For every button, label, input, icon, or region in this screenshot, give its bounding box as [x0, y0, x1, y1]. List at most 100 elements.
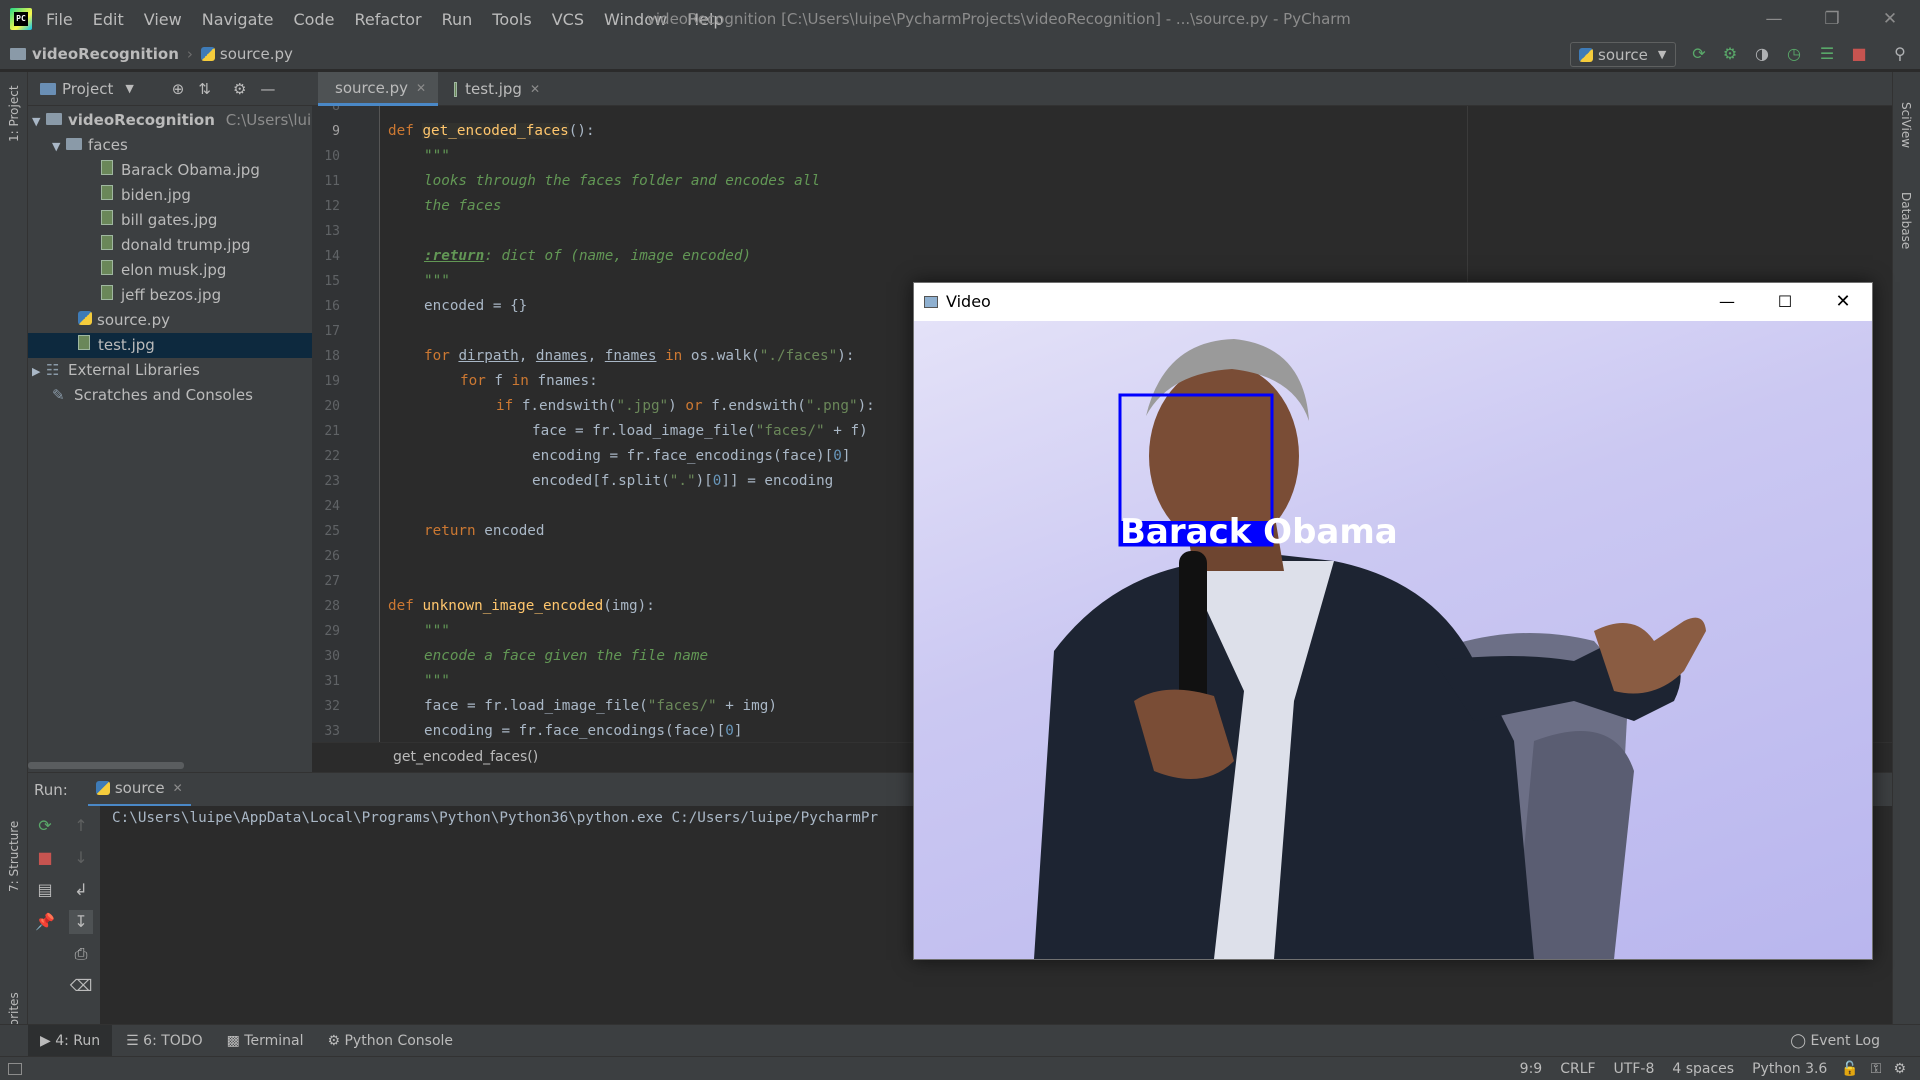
status-indent[interactable]: 4 spaces: [1672, 1061, 1734, 1077]
stop-icon[interactable]: ■: [1847, 42, 1871, 66]
line-number: 20: [324, 399, 340, 414]
code-line: encode a face given the file name: [424, 648, 709, 664]
run-tab-source[interactable]: source ✕: [87, 771, 191, 807]
tree-scratches[interactable]: ✎ Scratches and Consoles: [28, 383, 312, 408]
gear-icon[interactable]: ⚙: [233, 80, 246, 98]
soft-wrap-icon[interactable]: ↲: [69, 878, 93, 902]
line-number: 32: [324, 699, 340, 714]
code-line: return encoded: [424, 523, 545, 539]
code-line: :return: dict of (name, image encoded): [424, 248, 752, 264]
lock-icon[interactable]: 🔓: [1841, 1061, 1858, 1077]
down-arrow-icon[interactable]: ↓: [69, 846, 93, 870]
tree-external-libraries[interactable]: ▶ ☷ External Libraries: [28, 358, 312, 383]
expanded-arrow-icon[interactable]: ▼: [32, 109, 46, 133]
tree-file[interactable]: donald trump.jpg: [28, 233, 312, 258]
tree-label: Scratches and Consoles: [74, 386, 253, 404]
tree-folder-faces[interactable]: ▼ faces: [28, 133, 312, 158]
close-tab-icon[interactable]: ✕: [173, 771, 183, 805]
search-icon[interactable]: ⚲: [1888, 42, 1912, 66]
expanded-arrow-icon[interactable]: ▼: [52, 134, 66, 158]
menu-edit[interactable]: Edit: [93, 10, 124, 29]
debug-icon[interactable]: ⚙: [1718, 42, 1742, 66]
rerun-icon[interactable]: ⟳: [33, 814, 57, 838]
project-tool-tab[interactable]: 1: Project: [7, 85, 21, 142]
chevron-down-icon[interactable]: ▼: [125, 82, 133, 95]
project-panel-title[interactable]: Project: [62, 80, 113, 98]
bottom-tool-strip: ▶ 4: Run ☰ 6: TODO ▩ Terminal ⚙ Python C…: [0, 1024, 1920, 1057]
tool-tab-python-console[interactable]: ⚙ Python Console: [327, 1033, 453, 1049]
tab-source-py[interactable]: source.py ✕: [318, 72, 438, 106]
database-tool-tab[interactable]: Database: [1899, 192, 1913, 249]
line-number: 25: [324, 524, 340, 539]
sciview-tool-tab[interactable]: SciView: [1899, 102, 1913, 148]
minimize-icon[interactable]: —: [1745, 0, 1803, 38]
person-photo: Barack Obama: [1034, 339, 1706, 959]
menu-vcs[interactable]: VCS: [552, 10, 584, 29]
restore-icon[interactable]: ❐: [1803, 0, 1861, 38]
chair-arm: [1514, 731, 1634, 959]
layout-icon[interactable]: ▤: [33, 878, 57, 902]
tree-file[interactable]: bill gates.jpg: [28, 208, 312, 233]
status-encoding[interactable]: UTF-8: [1614, 1061, 1655, 1077]
horizontal-scrollbar[interactable]: [28, 762, 184, 769]
breadcrumb-file[interactable]: source.py: [220, 45, 293, 63]
right-tool-stripe: SciView Database: [1892, 72, 1920, 1024]
menu-run[interactable]: Run: [442, 10, 473, 29]
menu-navigate[interactable]: Navigate: [202, 10, 274, 29]
tool-tab-event-log[interactable]: ◯ Event Log: [1790, 1033, 1880, 1049]
structure-tool-tab[interactable]: 7: Structure: [7, 821, 21, 892]
status-line-separator[interactable]: CRLF: [1560, 1061, 1595, 1077]
run-config-dropdown[interactable]: source ▼: [1570, 42, 1676, 67]
close-icon[interactable]: ✕: [1861, 0, 1919, 38]
menu-file[interactable]: File: [46, 10, 73, 29]
tool-tab-todo[interactable]: ☰ 6: TODO: [126, 1033, 202, 1049]
menu-tools[interactable]: Tools: [492, 10, 531, 29]
python-file-icon: [95, 781, 110, 795]
breadcrumb-project[interactable]: videoRecognition: [32, 45, 179, 63]
collapsed-arrow-icon[interactable]: ▶: [32, 359, 46, 383]
tree-file-source[interactable]: source.py: [28, 308, 312, 333]
toggle-panels-icon[interactable]: [8, 1062, 22, 1075]
close-tab-icon[interactable]: ✕: [416, 71, 426, 105]
concurrency-icon[interactable]: ☰: [1815, 42, 1839, 66]
run-config-label: source: [1598, 45, 1648, 64]
tool-tab-run[interactable]: ▶ 4: Run: [28, 1024, 113, 1057]
tree-root[interactable]: ▼ videoRecognition C:\Users\luipe\P: [28, 108, 312, 133]
status-interpreter[interactable]: Python 3.6: [1752, 1061, 1827, 1077]
video-window-titlebar[interactable]: Video — ☐ ✕: [914, 283, 1872, 320]
tree-file[interactable]: jeff bezos.jpg: [28, 283, 312, 308]
collapse-all-icon[interactable]: ⇅: [198, 80, 211, 98]
locate-icon[interactable]: ⊕: [172, 80, 185, 98]
menu-code[interactable]: Code: [294, 10, 335, 29]
memory-icon[interactable]: ⚙: [1893, 1061, 1906, 1077]
close-icon[interactable]: ✕: [1814, 291, 1872, 312]
coverage-icon[interactable]: ◑: [1750, 42, 1774, 66]
tree-root-name: videoRecognition: [68, 111, 215, 129]
rerun-icon[interactable]: ⟳: [1687, 42, 1711, 66]
trash-icon[interactable]: ⌫: [69, 974, 93, 998]
hide-icon[interactable]: —: [260, 80, 275, 98]
tree-file-test-selected[interactable]: test.jpg: [28, 333, 312, 358]
stop-icon[interactable]: ■: [33, 846, 57, 870]
tab-test-jpg[interactable]: test.jpg ✕: [442, 72, 552, 106]
maximize-icon[interactable]: ☐: [1756, 292, 1814, 311]
profile-icon[interactable]: ◷: [1782, 42, 1806, 66]
menu-refactor[interactable]: Refactor: [354, 10, 421, 29]
close-tab-icon[interactable]: ✕: [530, 72, 540, 106]
status-position[interactable]: 9:9: [1520, 1061, 1543, 1077]
scroll-to-end-icon[interactable]: ↧: [69, 910, 93, 934]
minimize-icon[interactable]: —: [1698, 292, 1756, 311]
inspector-icon[interactable]: ⚿: [1871, 1061, 1882, 1077]
tree-file[interactable]: biden.jpg: [28, 183, 312, 208]
print-icon[interactable]: ⎙: [69, 942, 93, 966]
up-arrow-icon[interactable]: ↑: [69, 814, 93, 838]
tool-tab-label: Event Log: [1810, 1032, 1880, 1049]
tree-file[interactable]: elon musk.jpg: [28, 258, 312, 283]
tool-tab-terminal[interactable]: ▩ Terminal: [227, 1033, 304, 1049]
menu-view[interactable]: View: [144, 10, 182, 29]
tree-file[interactable]: Barack Obama.jpg: [28, 158, 312, 183]
video-window[interactable]: Video — ☐ ✕ Barack Obama: [913, 282, 1873, 960]
line-number: 33: [324, 724, 340, 739]
pin-icon[interactable]: 📌: [33, 910, 57, 934]
image-file-icon: [101, 260, 113, 275]
